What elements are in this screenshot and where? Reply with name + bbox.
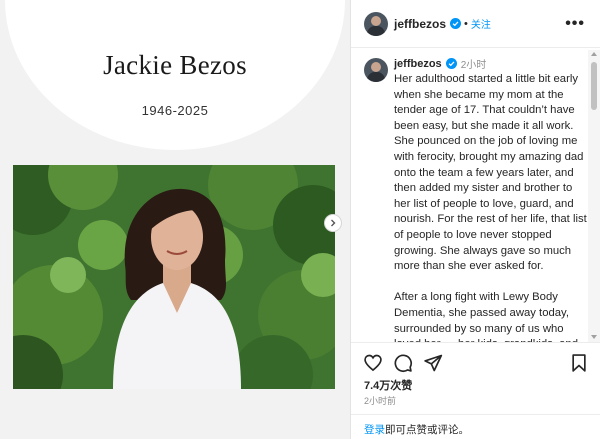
login-prompt-text: 即可点赞或评论。 — [385, 424, 469, 436]
likes-count[interactable]: 7.4万次赞 — [364, 377, 412, 393]
scroll-thumb[interactable] — [591, 62, 597, 110]
memorial-photo — [13, 165, 335, 389]
memorial-years: 1946-2025 — [141, 103, 209, 118]
photo-illustration — [13, 165, 335, 389]
caption-scrollbar[interactable] — [588, 50, 600, 342]
avatar[interactable] — [364, 58, 388, 82]
verified-badge-icon — [445, 58, 457, 69]
follow-button[interactable]: 关注 — [471, 16, 491, 31]
caption-username[interactable]: jeffbezos — [394, 58, 442, 70]
caption-text: Her adulthood started a little bit early… — [394, 73, 587, 342]
chevron-right-icon — [331, 219, 336, 227]
login-link[interactable]: 登录 — [364, 424, 385, 436]
next-image-button[interactable] — [324, 214, 342, 232]
scroll-down-icon[interactable] — [591, 335, 597, 339]
caption-time: 2小时 — [460, 60, 487, 71]
header-separator: • — [464, 17, 468, 30]
comment-icon[interactable] — [393, 353, 413, 373]
heart-icon[interactable] — [363, 353, 383, 373]
post-time: 2小时前 — [364, 396, 397, 406]
post-media: Jackie Bezos 1946-2025 — [0, 0, 350, 439]
memorial-name: Jackie Bezos — [103, 50, 247, 80]
scroll-up-icon[interactable] — [591, 52, 597, 56]
avatar[interactable] — [364, 11, 388, 36]
post-side-panel: jeffbezos • 关注 ••• jeffbezos 2小时 Her adu… — [350, 0, 600, 439]
bookmark-icon[interactable] — [569, 353, 589, 373]
paper-plane-icon[interactable] — [423, 353, 443, 373]
login-prompt: 登录即可点赞或评论。 — [351, 414, 600, 439]
verified-badge-icon — [450, 18, 462, 29]
post-header: jeffbezos • 关注 ••• — [351, 0, 600, 48]
action-bar — [351, 342, 600, 382]
header-username[interactable]: jeffbezos — [394, 17, 446, 31]
more-options-icon[interactable]: ••• — [565, 15, 585, 33]
caption-area: jeffbezos 2小时 Her adulthood started a li… — [351, 50, 587, 342]
